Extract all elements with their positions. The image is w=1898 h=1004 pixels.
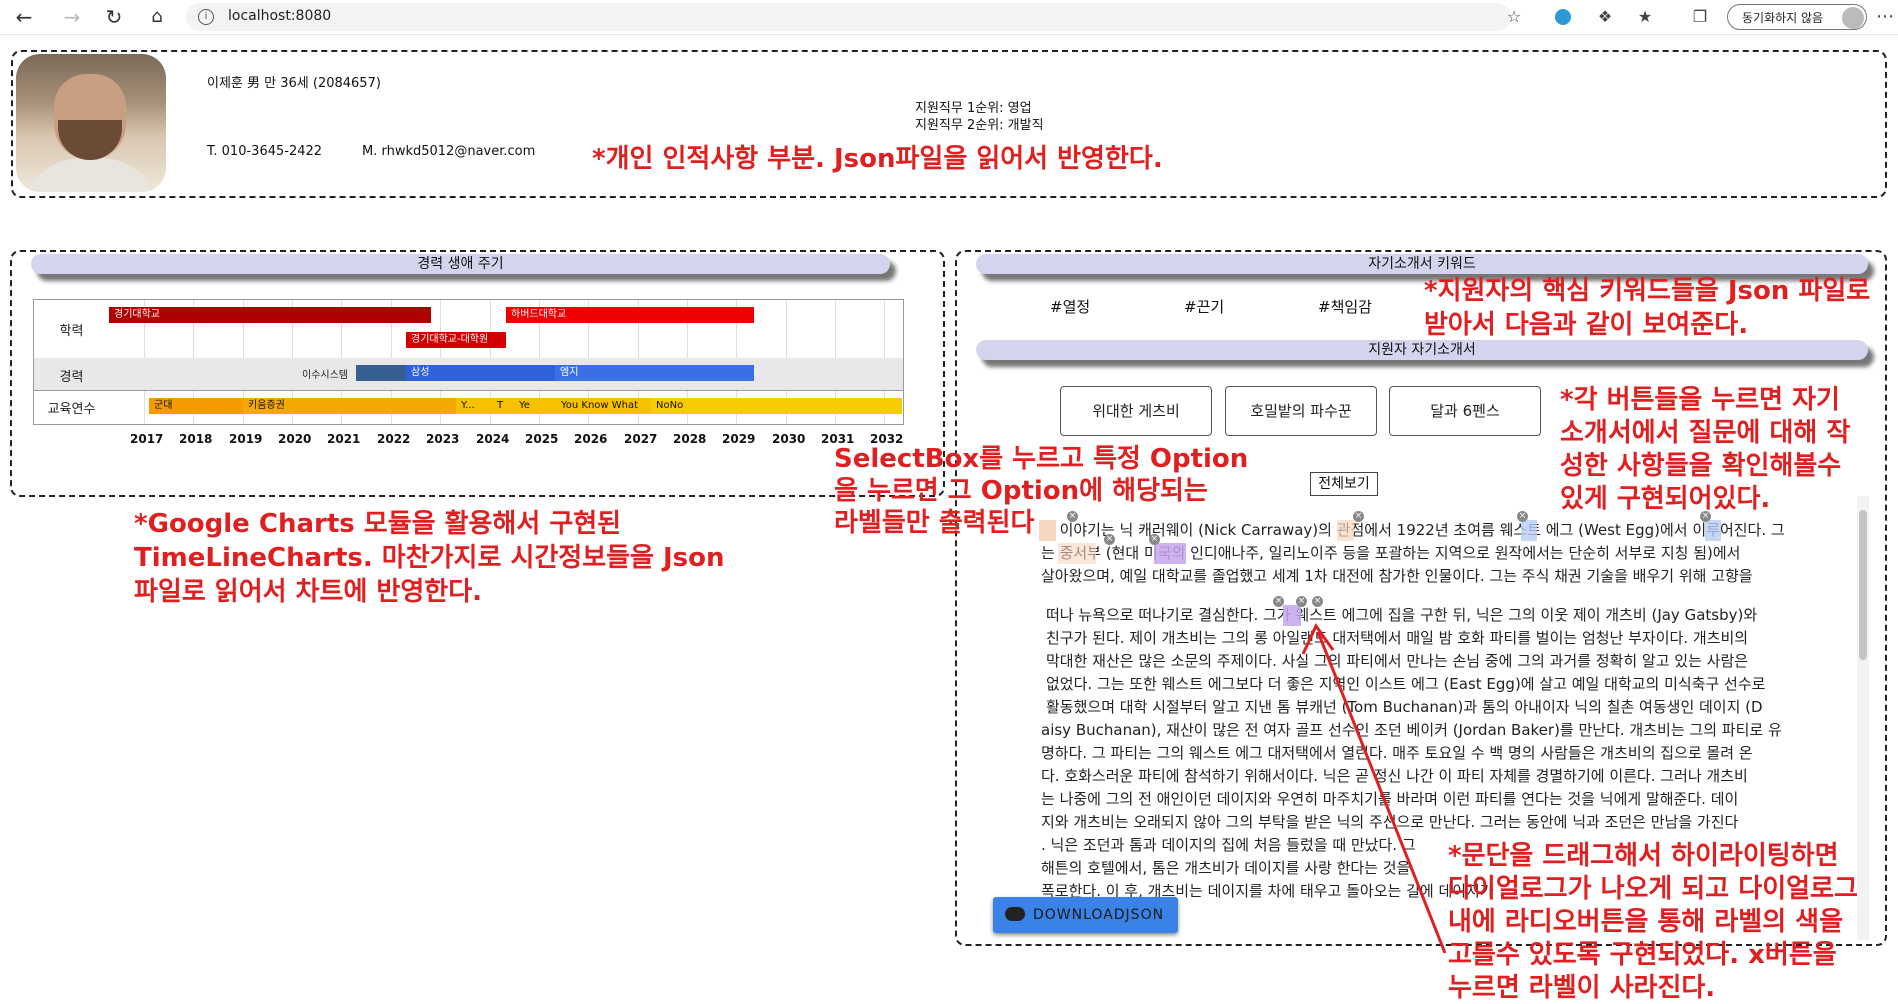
cloud-download-icon bbox=[1005, 907, 1025, 921]
drag-annotation-3: 내에 라디오버튼을 통해 라벨의 색을 bbox=[1448, 907, 1844, 937]
drag-annotation-1: *문단을 드래그해서 하이라이팅하면 bbox=[1448, 841, 1839, 871]
download-json-button[interactable]: DOWNLOADJSON bbox=[993, 897, 1178, 933]
drag-annotation-4: 고를수 있도록 구현되었다. x버튼을 bbox=[1448, 940, 1837, 970]
drag-annotation-5: 누르면 라벨이 사라진다. bbox=[1448, 973, 1716, 1003]
drag-annotation-2: 다이얼로그가 나오게 되고 다이얼로그 bbox=[1448, 874, 1858, 904]
download-json-label: DOWNLOADJSON bbox=[1033, 907, 1165, 923]
